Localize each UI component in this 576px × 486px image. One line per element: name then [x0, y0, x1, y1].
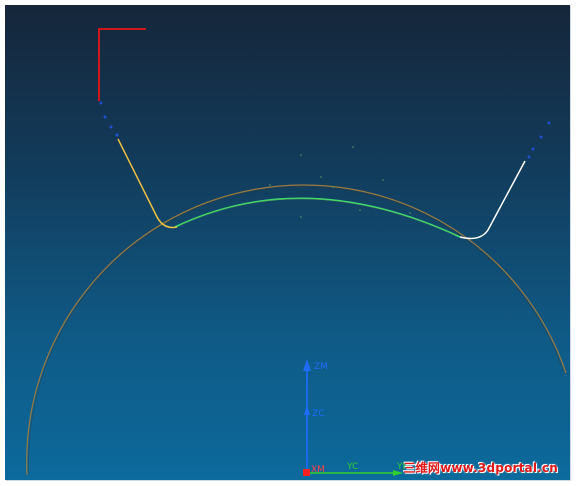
scatter-dots: [269, 146, 411, 218]
arc-highlight-segment: [174, 197, 461, 238]
z-axis-label: ZC: [312, 409, 324, 419]
y-axis-label: YC: [346, 462, 358, 472]
origin-marker: [303, 469, 310, 476]
z-axis-arrow: [303, 359, 311, 371]
watermark: 三维网www.3dportal.cn: [403, 461, 558, 475]
outer-arc: [26, 184, 567, 476]
graphics-viewport[interactable]: ZM ZC XM YC YM 三维网www.3dportal.cn: [5, 5, 570, 480]
view-corner-marker: [98, 28, 146, 101]
z-axis-label-top: ZM: [314, 362, 328, 372]
left-flank-curve: [117, 138, 178, 229]
outer-arc-shadow: [28, 186, 565, 476]
x-axis-label-origin: XM: [311, 465, 325, 475]
model-canvas[interactable]: ZM ZC XM YC YM: [5, 5, 570, 480]
arc-highlight-inner: [179, 198, 456, 236]
point-markers: [99, 101, 551, 159]
coordinate-triad: ZM ZC XM YC YM: [303, 359, 410, 476]
z-axis-mid-arrow: [304, 405, 310, 415]
right-flank-curve: [459, 160, 526, 240]
